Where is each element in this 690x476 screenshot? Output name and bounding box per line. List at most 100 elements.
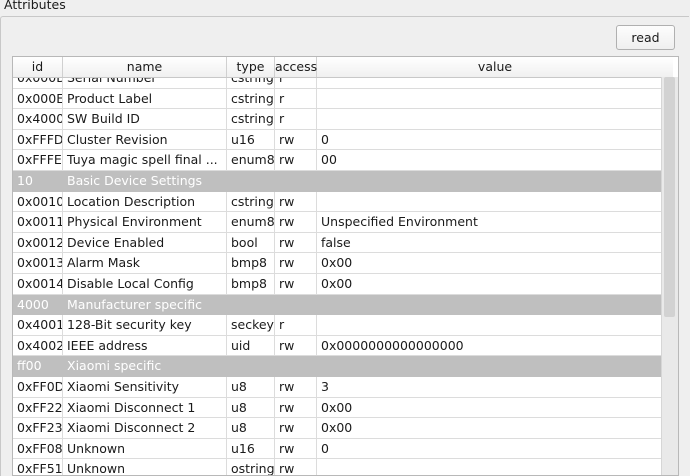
cell-value: 0x00 xyxy=(321,275,353,291)
cell-access: rw xyxy=(275,212,317,233)
cell-name: Xiaomi Sensitivity xyxy=(63,376,227,397)
cell-value xyxy=(317,192,661,212)
cell-id: 0xFF08 xyxy=(13,438,63,459)
column-header-value[interactable]: value xyxy=(317,57,673,77)
table-row[interactable]: 0x0011 Physical Environment enum8 rw Unspeci… xyxy=(13,212,661,233)
cell-id: 0x000E xyxy=(13,88,63,109)
cell-id: 0xFF0D xyxy=(13,376,63,397)
scrollbar-thumb[interactable] xyxy=(664,77,675,317)
cell-type: cstring xyxy=(227,88,275,109)
cell-name: Xiaomi Disconnect 2 xyxy=(63,418,227,439)
table-row[interactable]: 0x000E Product Label cstring r xyxy=(13,88,661,110)
table-row[interactable]: 0x0010 Location Description cstring rw xyxy=(13,191,661,213)
column-header-access[interactable]: access xyxy=(275,57,317,77)
cell-access: rw xyxy=(275,438,317,459)
cell-value: 0x00 xyxy=(321,255,353,271)
column-header-name[interactable]: name xyxy=(63,57,227,77)
cell-type: seckey xyxy=(227,315,275,336)
cell-id: 10 xyxy=(17,172,33,188)
cell-id: 0x0010 xyxy=(13,191,63,212)
cell-type: u8 xyxy=(227,418,275,439)
cell-type: ostring xyxy=(227,459,275,475)
cell-access: r xyxy=(275,88,317,109)
cell-value xyxy=(317,315,661,335)
cell-id: ff00 xyxy=(17,358,42,374)
cell-type: bmp8 xyxy=(227,253,275,274)
cell-value: 0x0000000000000000 xyxy=(321,337,464,353)
cell-name: Physical Environment xyxy=(63,212,227,233)
cell-access: rw xyxy=(275,129,317,150)
cell-value: false xyxy=(321,234,351,250)
table-row[interactable]: 0xFF08 Unknown u16 rw 0 xyxy=(13,438,661,460)
cell-name: Cluster Revision xyxy=(63,129,227,150)
cell-value: 0x00 xyxy=(321,420,353,436)
table-row[interactable]: 0xFF23 Xiaomi Disconnect 2 u8 rw 0x00 xyxy=(13,418,661,439)
cell-access: rw xyxy=(275,253,317,274)
cell-access: rw xyxy=(275,376,317,397)
cell-type: u8 xyxy=(227,397,275,418)
cell-name: Alarm Mask xyxy=(63,253,227,274)
cell-id: 0xFFFD xyxy=(13,129,63,150)
cell-type: u8 xyxy=(227,376,275,397)
cell-type: cstring xyxy=(227,109,275,130)
cell-id: 0xFF22 xyxy=(13,397,63,418)
cell-name: Xiaomi specific xyxy=(67,358,162,374)
attributes-table[interactable]: id name type access value 0x000DSerial N… xyxy=(12,56,679,476)
table-row[interactable]: 0x4000 SW Build ID cstring r xyxy=(13,109,661,130)
table-row[interactable]: 0xFFFE Tuya magic spell final ... enum8 rw 0… xyxy=(13,150,661,171)
section-header-row[interactable]: 4000 Manufacturer specific xyxy=(13,294,661,316)
cell-id: 4000 xyxy=(17,296,49,312)
table-row[interactable]: 0x4002 IEEE address uid rw 0x000000000000000… xyxy=(13,335,661,357)
cell-access: rw xyxy=(275,191,317,212)
cell-id: 0x0011 xyxy=(13,212,63,233)
cell-value: 0x00 xyxy=(321,399,353,415)
cell-type: enum8 xyxy=(227,212,275,233)
table-row[interactable]: 0x0013 Alarm Mask bmp8 rw 0x00 xyxy=(13,253,661,274)
cell-name: Device Enabled xyxy=(63,232,227,253)
cell-type: cstring xyxy=(227,191,275,212)
cell-access: rw xyxy=(275,397,317,418)
cell-value: 0 xyxy=(321,440,329,456)
cell-access: rw xyxy=(275,418,317,439)
cell-id: 0x4001 xyxy=(13,315,63,336)
table-row[interactable]: 0xFFFD Cluster Revision u16 rw 0 xyxy=(13,129,661,151)
cell-value xyxy=(317,89,661,109)
cell-id: 0xFF23 xyxy=(13,418,63,439)
cell-value: 00 xyxy=(321,152,337,168)
cell-type: enum8 xyxy=(227,150,275,171)
table-row[interactable]: 0x0014 Disable Local Config bmp8 rw 0x00 xyxy=(13,273,661,295)
column-header-id[interactable]: id xyxy=(13,57,63,77)
cell-value xyxy=(317,459,661,475)
cell-access: rw xyxy=(275,335,317,356)
cell-value: Unspecified Environment xyxy=(321,214,478,230)
cell-value: 3 xyxy=(321,378,329,394)
table-row[interactable]: 0xFF22 Xiaomi Disconnect 1 u8 rw 0x00 xyxy=(13,397,661,419)
cell-name: 128-Bit security key xyxy=(63,315,227,336)
table-row[interactable]: 0x4001 128-Bit security key seckey r xyxy=(13,315,661,336)
cell-name: Product Label xyxy=(63,88,227,109)
cell-name: IEEE address xyxy=(63,335,227,356)
cell-access: rw xyxy=(275,273,317,294)
cell-access: r xyxy=(275,315,317,336)
cell-name: Unknown xyxy=(63,438,227,459)
cell-name: Disable Local Config xyxy=(63,273,227,294)
table-row[interactable]: 0x0012 Device Enabled bool rw false xyxy=(13,232,661,254)
column-header-type[interactable]: type xyxy=(227,57,275,77)
table-row[interactable]: 0xFF51 Unknown ostring rw xyxy=(13,459,661,475)
table-row[interactable]: 0xFF0D Xiaomi Sensitivity u8 rw 3 xyxy=(13,376,661,398)
cell-id: 0x4002 xyxy=(13,335,63,356)
read-button[interactable]: read xyxy=(616,25,675,50)
cell-access: rw xyxy=(275,459,317,475)
cell-type: bool xyxy=(227,232,275,253)
vertical-scrollbar[interactable] xyxy=(661,77,678,475)
cell-value: 0 xyxy=(321,131,329,147)
section-header-row[interactable]: 10 Basic Device Settings xyxy=(13,170,661,192)
cell-id: 0x0013 xyxy=(13,253,63,274)
cell-name: Unknown xyxy=(63,459,227,475)
section-header-row[interactable]: ff00 Xiaomi specific xyxy=(13,356,661,377)
cell-name: Manufacturer specific xyxy=(67,296,202,312)
cell-access: rw xyxy=(275,150,317,171)
cell-access: r xyxy=(275,109,317,130)
cell-id: 0x0014 xyxy=(13,273,63,294)
cell-name: Xiaomi Disconnect 1 xyxy=(63,397,227,418)
